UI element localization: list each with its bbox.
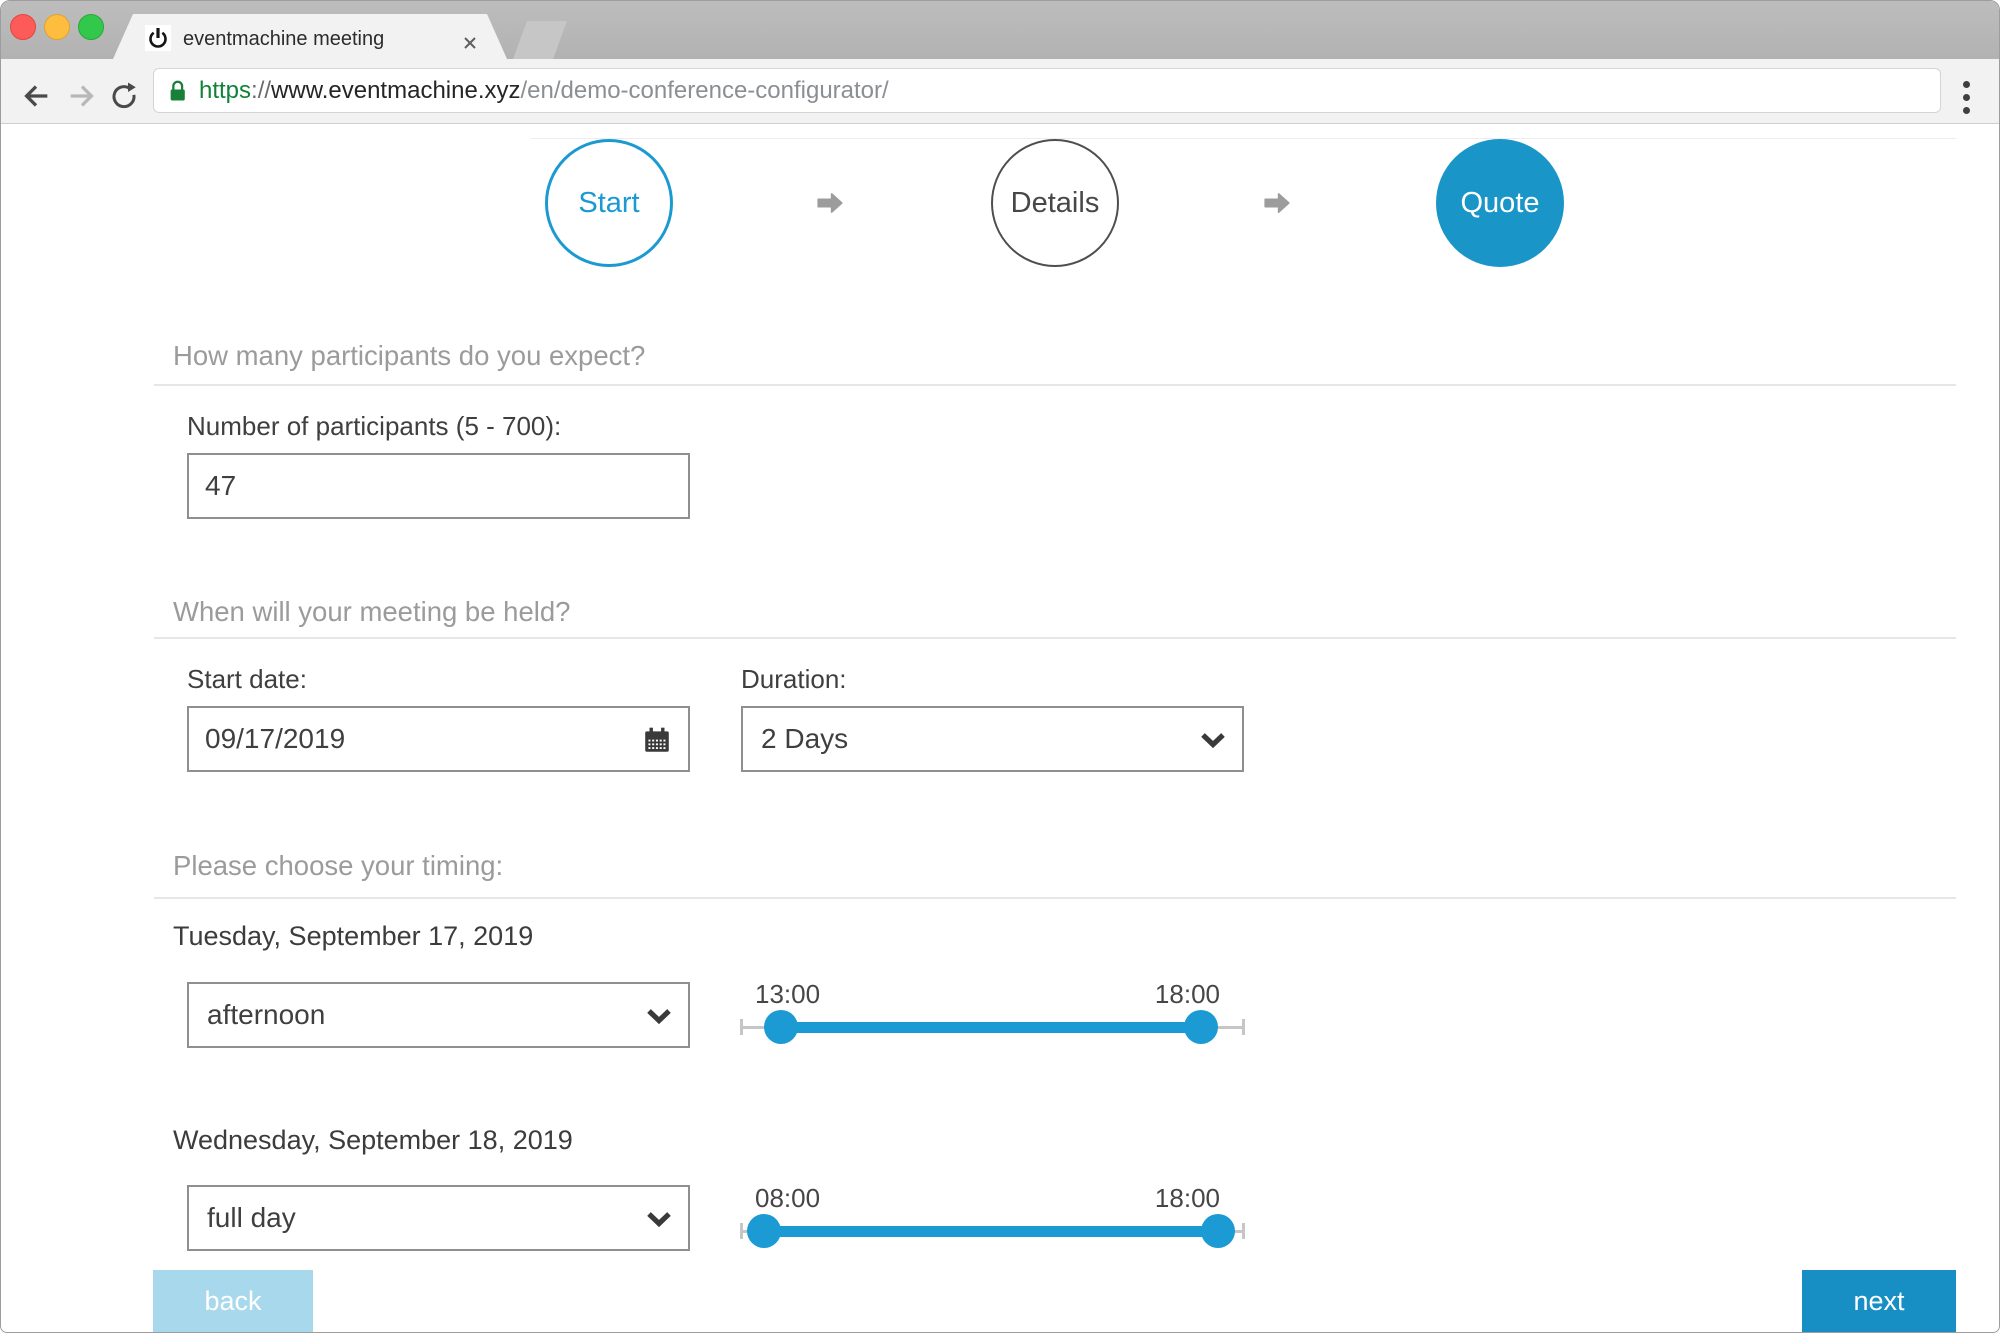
section-divider	[154, 384, 1956, 386]
browser-menu-icon[interactable]	[1963, 81, 1971, 115]
section-divider	[154, 637, 1956, 639]
slider-min-tick	[740, 1019, 743, 1035]
slider-end-handle[interactable]	[1201, 1214, 1235, 1248]
zoom-window-button[interactable]	[78, 14, 104, 40]
duration-value: 2 Days	[761, 708, 848, 770]
slider-start-time: 13:00	[755, 979, 820, 1010]
day2-timing-value: full day	[207, 1187, 296, 1249]
close-window-button[interactable]	[10, 14, 36, 40]
url-scheme: https	[199, 77, 251, 104]
tab-title: eventmachine meeting	[183, 28, 384, 51]
chevron-down-icon	[646, 1008, 672, 1030]
section-divider	[154, 897, 1956, 899]
chevron-down-icon	[646, 1211, 672, 1233]
calendar-icon[interactable]	[642, 725, 672, 760]
slider-fill	[781, 1022, 1201, 1033]
day-label: Wednesday, September 18, 2019	[173, 1125, 573, 1156]
slider-end-time: 18:00	[1155, 979, 1220, 1010]
url-text: https://www.eventmachine.xyz/en/demo-con…	[199, 68, 889, 113]
back-arrow-icon[interactable]	[19, 79, 53, 113]
slider-end-time: 18:00	[1155, 1183, 1220, 1214]
day2-time-range-slider: 08:00 18:00	[741, 1165, 1244, 1265]
step-arrow-icon	[815, 190, 845, 216]
step-start[interactable]: Start	[545, 139, 673, 267]
url-path: /en/demo-conference-configurator/	[520, 77, 888, 104]
slider-max-tick	[1242, 1223, 1245, 1239]
day1-timing-select[interactable]: afternoon	[187, 982, 690, 1048]
day-label: Tuesday, September 17, 2019	[173, 921, 533, 952]
chevron-down-icon	[1200, 732, 1226, 754]
minimize-window-button[interactable]	[44, 14, 70, 40]
url-host: www.eventmachine.xyz	[271, 77, 520, 104]
reload-icon[interactable]	[109, 81, 143, 115]
day1-timing-value: afternoon	[207, 984, 325, 1046]
slider-end-handle[interactable]	[1184, 1010, 1218, 1044]
duration-label: Duration:	[741, 664, 847, 695]
duration-select[interactable]: 2 Days	[741, 706, 1244, 772]
step-quote[interactable]: Quote	[1436, 139, 1564, 267]
step-arrow-icon	[1262, 190, 1292, 216]
slider-min-tick	[740, 1223, 743, 1239]
participants-heading: How many participants do you expect?	[173, 340, 645, 372]
start-date-value: 09/17/2019	[205, 708, 345, 770]
day1-time-range-slider: 13:00 18:00	[741, 961, 1244, 1061]
start-date-label: Start date:	[187, 664, 307, 695]
site-favicon-power-icon	[145, 25, 171, 51]
tab-close-icon[interactable]	[461, 34, 479, 52]
next-button[interactable]: next	[1802, 1270, 1956, 1332]
new-tab-button[interactable]	[513, 21, 567, 59]
participants-label: Number of participants (5 - 700):	[187, 411, 561, 442]
start-date-input[interactable]: 09/17/2019	[187, 706, 690, 772]
ssl-lock-icon[interactable]	[167, 78, 188, 104]
back-button[interactable]: back	[153, 1270, 313, 1332]
slider-fill	[764, 1226, 1218, 1237]
timing-heading: Please choose your timing:	[173, 850, 503, 882]
forward-arrow-icon[interactable]	[65, 79, 99, 113]
slider-start-time: 08:00	[755, 1183, 820, 1214]
day2-timing-select[interactable]: full day	[187, 1185, 690, 1251]
slider-start-handle[interactable]	[764, 1010, 798, 1044]
participants-input[interactable]	[187, 453, 690, 519]
tab-bar: eventmachine meeting	[1, 1, 1999, 59]
content-top-divider	[531, 138, 1956, 139]
slider-max-tick	[1242, 1019, 1245, 1035]
step-details[interactable]: Details	[991, 139, 1119, 267]
url-separator: ://	[251, 77, 271, 104]
slider-start-handle[interactable]	[747, 1214, 781, 1248]
browser-window: eventmachine meeting https://www.eventma…	[0, 0, 2000, 1333]
schedule-heading: When will your meeting be held?	[173, 596, 570, 628]
